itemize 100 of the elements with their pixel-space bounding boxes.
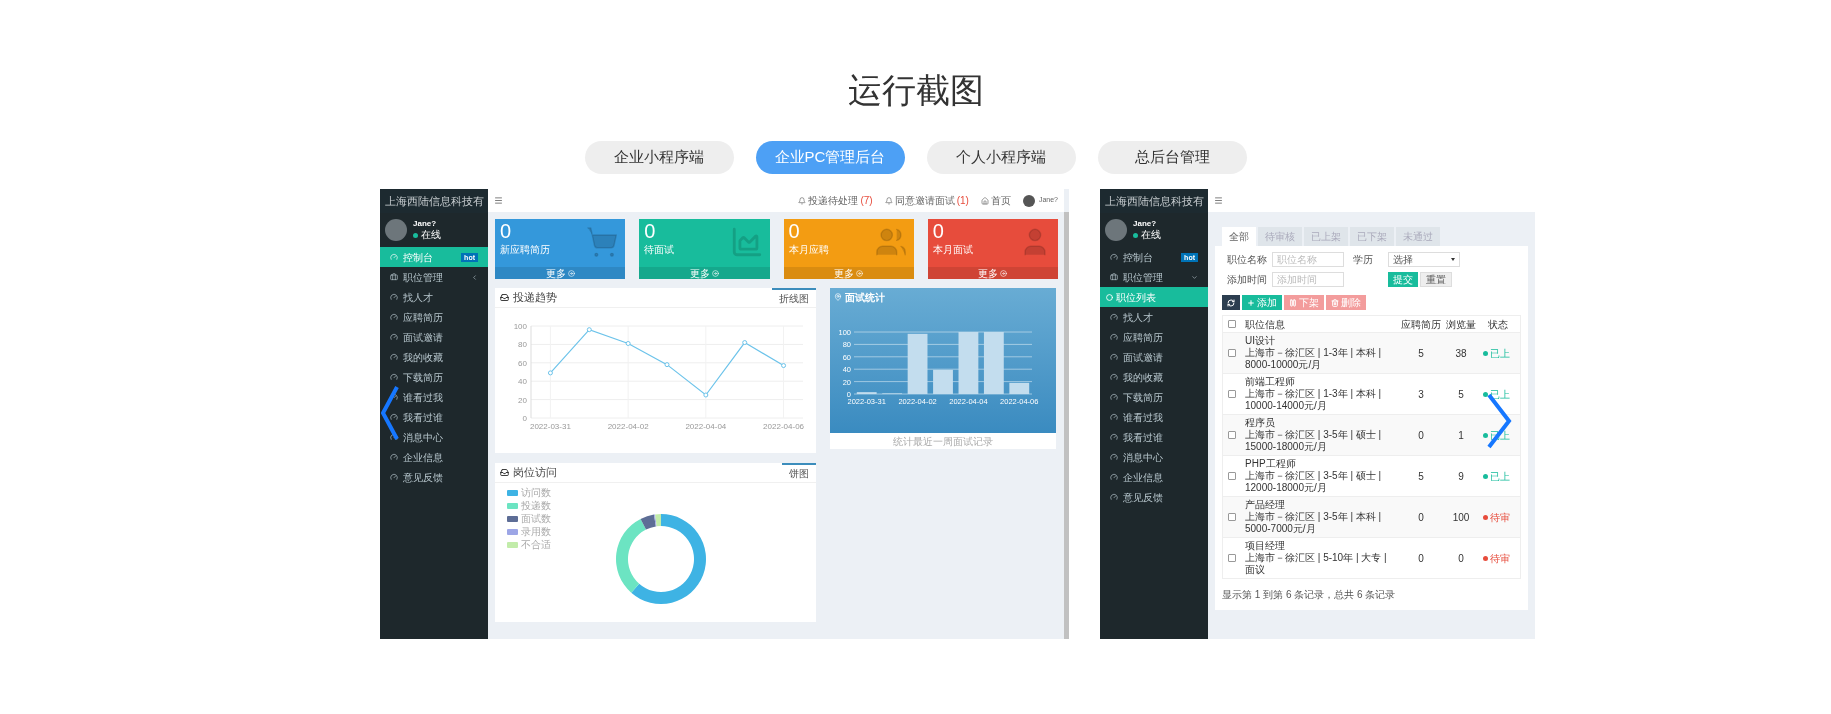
- sidebar-item[interactable]: 找人才: [380, 287, 488, 307]
- status-text: 已上: [1490, 469, 1510, 484]
- sidebar-item[interactable]: 面试邀请: [1100, 347, 1208, 367]
- legend-label: 投递数: [521, 500, 551, 512]
- sidebar-item[interactable]: 谁看过我: [1100, 407, 1208, 427]
- more-link[interactable]: 更多: [927, 267, 1058, 279]
- dashboard-icon: [1110, 333, 1118, 341]
- category-tab[interactable]: 总后台管理: [1097, 141, 1247, 174]
- sidebar-item[interactable]: 我看过谁: [1100, 427, 1208, 447]
- filter-tab[interactable]: 全部: [1222, 227, 1256, 246]
- sidebar-item[interactable]: 找人才: [1100, 307, 1208, 327]
- checkbox[interactable]: [1228, 472, 1236, 480]
- job-detail: 上海市－徐汇区 | 3-5年 | 本科 | 5000-7000元/月: [1245, 511, 1383, 535]
- column-header: 职位信息: [1244, 317, 1286, 332]
- notification-link[interactable]: 投递待处理 (7): [798, 193, 873, 208]
- plus-icon: [1247, 298, 1255, 307]
- refresh-button[interactable]: [1222, 295, 1240, 310]
- dashboard-icon: [1110, 453, 1118, 461]
- table-cell-text: 5: [1457, 387, 1465, 402]
- table-cell-text: 5: [1417, 346, 1425, 361]
- sidebar-item[interactable]: 我看过谁: [380, 407, 488, 427]
- panel-tab[interactable]: 折线图: [772, 288, 816, 307]
- table-cell-text: 38: [1454, 346, 1468, 361]
- panel-tab[interactable]: 饼图: [782, 463, 816, 482]
- job-title: 前端工程师: [1245, 376, 1296, 388]
- select-field[interactable]: 选择: [1388, 252, 1460, 267]
- legend-label: 访问数: [521, 487, 551, 499]
- arrow-right-icon: [856, 269, 864, 277]
- sidebar-item[interactable]: 应聘简历: [1100, 327, 1208, 347]
- bar: [907, 333, 928, 394]
- table-cell-text: 0: [1417, 510, 1425, 525]
- sidebar-item[interactable]: 下载简历: [380, 367, 488, 387]
- sidebar-item[interactable]: 意见反馈: [1100, 487, 1208, 507]
- sidebar-item[interactable]: 我的收藏: [1100, 367, 1208, 387]
- stat-label: 待面试: [643, 243, 676, 257]
- menu-icon[interactable]: [494, 196, 503, 205]
- table-cell-text: 0: [1417, 428, 1425, 443]
- arrow-right-icon: [711, 269, 719, 277]
- briefcase-icon: [390, 273, 398, 281]
- carousel-prev-icon[interactable]: [381, 384, 399, 442]
- home-link[interactable]: 首页: [980, 193, 1011, 208]
- checkbox[interactable]: [1228, 554, 1236, 562]
- sidebar-item[interactable]: 应聘简历: [380, 307, 488, 327]
- trash-icon: [1331, 298, 1339, 307]
- legend-label: 录用数: [521, 526, 551, 538]
- chevron-down-icon: [1191, 273, 1198, 281]
- checkbox[interactable]: [1228, 390, 1236, 398]
- dashboard-icon: [1110, 433, 1118, 441]
- checkbox[interactable]: [1228, 320, 1236, 328]
- dashboard-icon: [1110, 473, 1118, 481]
- sidebar-item[interactable]: 下载简历: [1100, 387, 1208, 407]
- column-header: 应聘简历: [1400, 317, 1442, 332]
- data-point: [547, 370, 553, 376]
- data-point: [741, 340, 747, 346]
- reset-button[interactable]: 重置: [1420, 272, 1452, 287]
- avatar: [1105, 219, 1127, 241]
- menu-icon[interactable]: [1214, 196, 1223, 205]
- more-link[interactable]: 更多: [495, 267, 626, 279]
- chevron-left-icon: [471, 273, 478, 281]
- checkbox[interactable]: [1228, 349, 1236, 357]
- job-title: UI设计: [1245, 335, 1276, 347]
- job-detail: 上海市－徐汇区 | 3-5年 | 硕士 | 15000-18000元/月: [1245, 429, 1383, 453]
- sidebar-item[interactable]: 企业信息: [1100, 467, 1208, 487]
- table-cell-text: 100: [1451, 510, 1471, 525]
- sidebar-item[interactable]: 谁看过我: [380, 387, 488, 407]
- axis-label: 2022-04-02: [607, 422, 649, 431]
- user-name: Jane?: [1133, 219, 1158, 229]
- axis-label: 2022-04-06: [762, 422, 804, 431]
- bar: [933, 369, 953, 394]
- axis-label: 20: [517, 395, 527, 405]
- checkbox[interactable]: [1228, 431, 1236, 439]
- sidebar-group[interactable]: 职位管理: [1100, 267, 1208, 287]
- job-title: 产品经理: [1245, 499, 1286, 511]
- checkbox[interactable]: [1228, 513, 1236, 521]
- sidebar-item[interactable]: 面试邀请: [380, 327, 488, 347]
- table-cell-text: 3: [1417, 387, 1425, 402]
- bar: [1009, 382, 1030, 394]
- sidebar-item[interactable]: 消息中心: [1100, 447, 1208, 467]
- sidebar-item[interactable]: 我的收藏: [380, 347, 488, 367]
- category-tab[interactable]: 企业小程序端: [584, 141, 734, 174]
- job-detail: 上海市－徐汇区 | 1-3年 | 本科 | 8000-10000元/月: [1245, 347, 1383, 371]
- axis-label: 2022-04-04: [684, 422, 726, 431]
- notification-link[interactable]: 同意邀请面试 (1): [884, 193, 969, 208]
- sidebar-item[interactable]: 意见反馈: [380, 467, 488, 487]
- dashboard-icon: [390, 333, 398, 341]
- stat-label: 本月应聘: [787, 243, 830, 257]
- category-tab[interactable]: 个人小程序端: [926, 141, 1076, 174]
- arrow-right-icon: [1000, 269, 1008, 277]
- carousel-next-icon[interactable]: [1486, 392, 1512, 450]
- axis-label: 2022-03-31: [529, 422, 571, 431]
- job-title: 项目经理: [1245, 540, 1286, 552]
- sidebar-item[interactable]: 消息中心: [380, 427, 488, 447]
- avatar: [385, 219, 407, 241]
- sidebar-item[interactable]: 企业信息: [380, 447, 488, 467]
- dashboard-icon: [390, 293, 398, 301]
- dashboard-icon: [390, 413, 398, 421]
- text-input[interactable]: 添加时间: [1272, 272, 1344, 287]
- sidebar-group[interactable]: 职位管理: [380, 267, 488, 287]
- scrollbar[interactable]: [1064, 212, 1069, 639]
- data-point: [664, 362, 669, 368]
